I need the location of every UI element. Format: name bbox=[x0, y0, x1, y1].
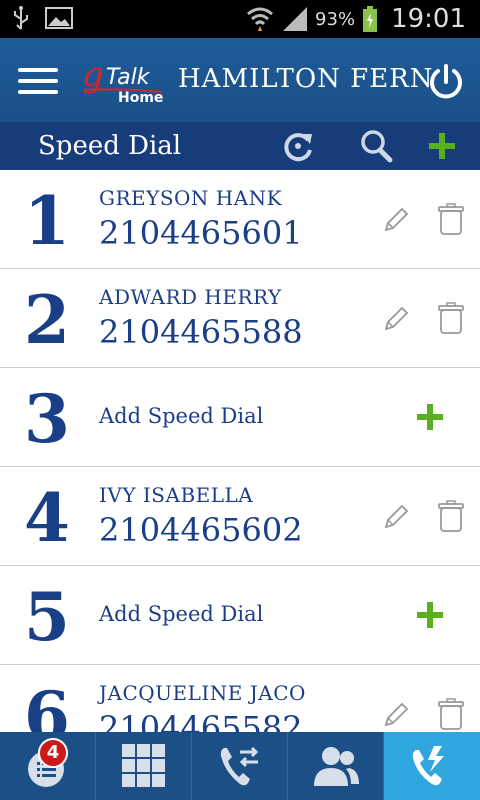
contacts-icon bbox=[313, 747, 359, 786]
edit-icon[interactable] bbox=[380, 204, 412, 236]
contact-phone: 2104465582 bbox=[99, 709, 303, 732]
speed-dial-row-empty[interactable]: 5 Add Speed Dial bbox=[0, 566, 480, 665]
add-icon[interactable] bbox=[414, 401, 446, 433]
speed-dial-row-empty[interactable]: 3 Add Speed Dial bbox=[0, 368, 480, 467]
edit-icon[interactable] bbox=[380, 501, 412, 533]
speed-dial-row[interactable]: 2 ADWARD HERRY 2104465588 bbox=[0, 269, 480, 368]
unread-badge: 4 bbox=[38, 738, 68, 768]
slot-number: 5 bbox=[24, 578, 70, 656]
add-speed-dial-label: Add Speed Dial bbox=[99, 404, 264, 428]
speed-dial-list: 1 GREYSON HANK 2104465601 2 ADWARD HERRY… bbox=[0, 170, 480, 732]
clock: 19:01 bbox=[391, 4, 466, 34]
edit-icon[interactable] bbox=[380, 699, 412, 731]
menu-button[interactable] bbox=[18, 68, 58, 94]
svg-text:Talk: Talk bbox=[106, 65, 151, 90]
usb-icon bbox=[14, 6, 28, 30]
slot-number: 2 bbox=[24, 281, 70, 359]
add-speed-dial-label: Add Speed Dial bbox=[99, 602, 264, 626]
contact-phone: 2104465602 bbox=[99, 511, 303, 549]
refresh-icon[interactable] bbox=[280, 128, 316, 164]
delete-icon[interactable] bbox=[436, 499, 466, 533]
nav-messages[interactable]: 4 bbox=[0, 732, 96, 800]
slot-number: 4 bbox=[24, 479, 70, 557]
wifi-icon bbox=[247, 7, 274, 31]
speed-dial-toolbar: Speed Dial bbox=[0, 122, 480, 170]
user-name: HAMILTON FERN bbox=[178, 64, 434, 94]
contact-name: JACQUELINE JACO bbox=[99, 681, 306, 705]
delete-icon[interactable] bbox=[436, 202, 466, 236]
app-header: g Talk Home HAMILTON FERN bbox=[0, 38, 480, 122]
add-icon[interactable] bbox=[424, 128, 460, 164]
speed-dial-row[interactable]: 4 IVY ISABELLA 2104465602 bbox=[0, 467, 480, 566]
battery-icon bbox=[363, 6, 378, 32]
nav-contacts[interactable] bbox=[288, 732, 384, 800]
delete-icon[interactable] bbox=[436, 697, 466, 731]
call-transfer-icon bbox=[220, 746, 258, 786]
contact-name: IVY ISABELLA bbox=[99, 483, 254, 507]
speed-dial-row[interactable]: 6 JACQUELINE JACO 2104465582 bbox=[0, 665, 480, 732]
page-title: Speed Dial bbox=[38, 131, 182, 161]
menu-icon bbox=[18, 68, 58, 72]
speed-dial-icon bbox=[412, 746, 444, 786]
slot-number: 3 bbox=[24, 380, 70, 458]
power-icon[interactable] bbox=[426, 62, 466, 102]
keypad-icon bbox=[121, 744, 165, 787]
contact-name: GREYSON HANK bbox=[99, 186, 283, 210]
add-icon[interactable] bbox=[414, 599, 446, 631]
contact-phone: 2104465588 bbox=[99, 313, 303, 351]
battery-percent: 93% bbox=[315, 8, 356, 30]
slot-number: 6 bbox=[24, 677, 70, 732]
slot-number: 1 bbox=[24, 182, 70, 260]
nav-speed-dial[interactable] bbox=[384, 732, 480, 800]
status-bar: 93% 19:01 bbox=[0, 0, 480, 38]
delete-icon[interactable] bbox=[436, 301, 466, 335]
signal-icon bbox=[283, 7, 308, 31]
contact-name: ADWARD HERRY bbox=[99, 285, 282, 309]
image-icon bbox=[45, 7, 73, 29]
speed-dial-row[interactable]: 1 GREYSON HANK 2104465601 bbox=[0, 170, 480, 269]
nav-call-transfer[interactable] bbox=[192, 732, 288, 800]
edit-icon[interactable] bbox=[380, 303, 412, 335]
search-icon[interactable] bbox=[358, 128, 394, 164]
contact-phone: 2104465601 bbox=[99, 214, 303, 252]
svg-text:Home: Home bbox=[118, 90, 163, 106]
gtalk-logo: g Talk Home bbox=[82, 55, 163, 106]
bottom-nav: 4 bbox=[0, 732, 480, 800]
nav-keypad[interactable] bbox=[96, 732, 192, 800]
